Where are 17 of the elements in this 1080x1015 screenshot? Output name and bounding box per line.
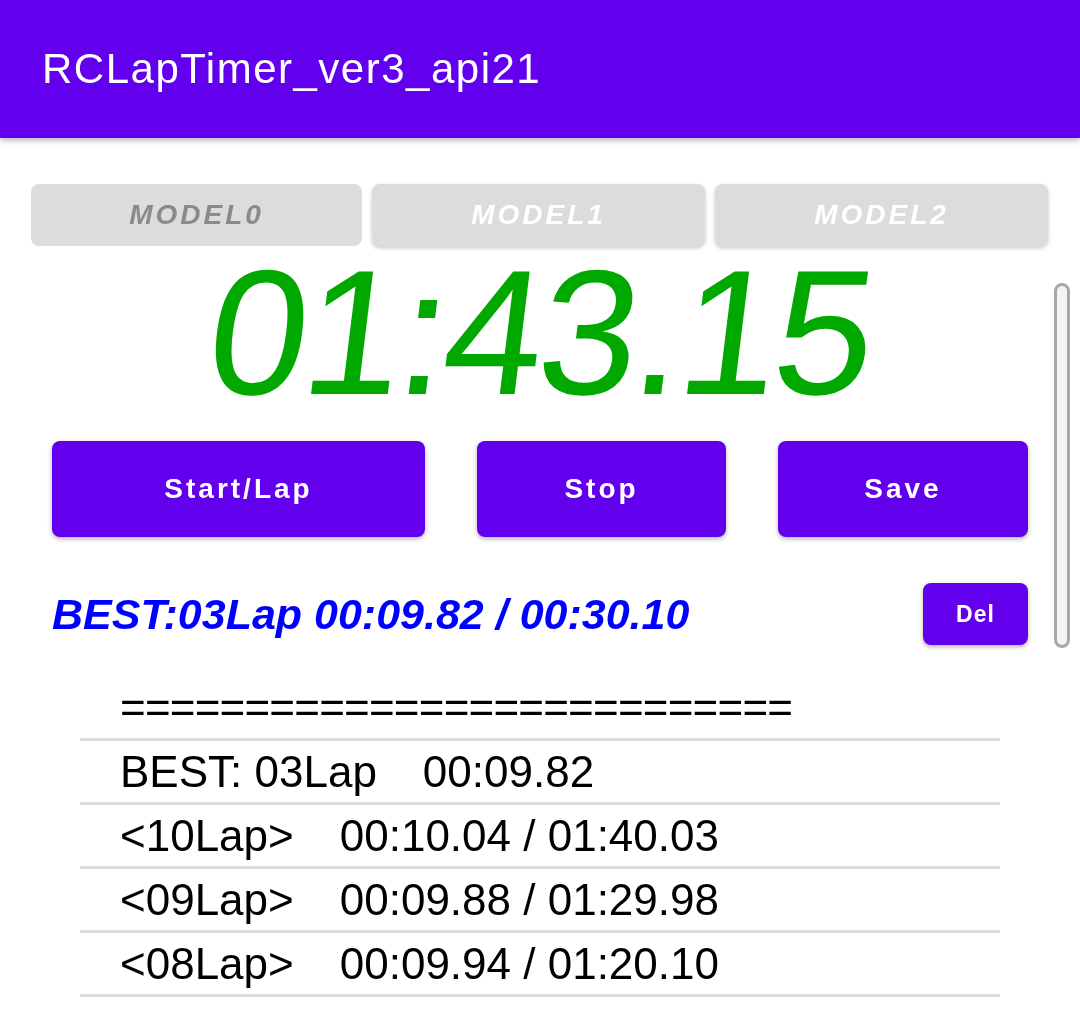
lap-label: <10Lap> <box>120 810 294 861</box>
action-button[interactable]: Save <box>778 441 1028 537</box>
lap-label: <08Lap> <box>120 938 294 989</box>
best-lap-summary: BEST:03Lap 00:09.82 / 00:30.10 <box>52 589 691 639</box>
app-title: RCLapTimer_ver3_api21 <box>42 45 542 93</box>
timer-display: 01:43.15 <box>200 258 880 408</box>
action-button[interactable]: Stop <box>477 441 726 537</box>
lap-label: <09Lap> <box>120 874 294 925</box>
action-button[interactable]: Start/Lap <box>52 441 425 537</box>
lap-time: 00:10.04 / 01:40.03 <box>339 810 719 861</box>
scrollbar-thumb[interactable] <box>1054 283 1070 648</box>
lap-time: 00:09.82 <box>422 746 595 797</box>
delete-button[interactable]: Del <box>923 583 1028 645</box>
header-divider-text: =========================== <box>120 682 793 733</box>
lap-time: 00:09.88 / 01:29.98 <box>339 874 719 925</box>
lap-time: 00:09.94 / 01:20.10 <box>339 938 719 989</box>
lap-label: BEST: 03Lap <box>120 746 377 797</box>
